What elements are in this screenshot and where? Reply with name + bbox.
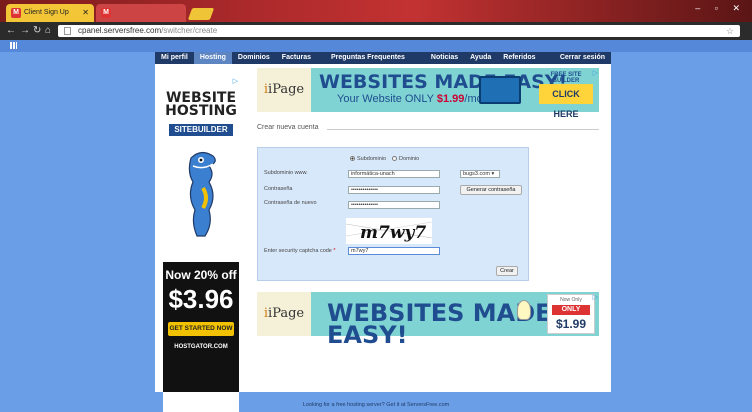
page-icon [64,27,71,35]
side-ad-offer: Now 20% off [165,268,237,282]
radio-domain[interactable]: Dominio [392,156,419,162]
generate-password-button[interactable]: Generar contraseña [460,185,522,195]
banner-click-button[interactable]: CLICK HERE [539,84,593,119]
side-ad-bottom: Now 20% off $3.96 GET STARTED NOW HOSTGA… [163,262,239,392]
logout-link[interactable]: Cerrar sesión [554,52,611,64]
price-tag-only: ONLY [552,305,590,315]
banner-subline: Your Website ONLY $1.99/mo [337,93,483,105]
captcha-input[interactable]: m7wy7 [348,247,440,255]
main-menu: Mi perfil Hosting Dominios Facturas Preg… [155,52,611,64]
captcha-image: m7wy7 [345,218,433,244]
password-repeat-input[interactable]: •••••••••••••• [348,201,440,209]
side-ad-top: ▷ WEBSITE HOSTING SITEBUILDER [163,76,239,262]
top-banner-ad[interactable]: iiPage WEBSITES MADE EASY! Your Website … [257,68,599,119]
banner-sub-prefix: Your Website ONLY [337,93,437,105]
radio-empty-icon [392,156,398,162]
menu-item-noticias[interactable]: Noticias [425,52,464,64]
tab-inactive[interactable]: M [96,4,186,22]
password-input[interactable]: •••••••••••••• [348,186,440,194]
side-ad-hostgator[interactable]: ▷ WEBSITE HOSTING SITEBUILDER Now 20% of… [163,76,239,412]
section-divider [327,129,599,130]
footer-text[interactable]: Looking for a free hosting server? Get i… [0,402,752,408]
forward-icon[interactable]: → [20,24,30,38]
sitebuilder-label: SITEBUILDER [169,124,233,136]
gmail-icon: M [11,8,21,18]
address-bar[interactable]: cpanel.serversfree.com/switcher/create ☆ [58,25,740,37]
side-ad-brand: HOSTGATOR.COM [174,344,228,350]
radio-selected-icon [350,156,355,162]
ipage-logo-text: iPage [268,306,305,321]
create-button[interactable]: Crear [496,266,518,276]
ipage-logo: iiPage [257,68,311,112]
captcha-text: m7wy7 [360,223,426,243]
required-marker: * [333,248,336,254]
tab-active[interactable]: M Client Sign Up Confirmat ✕ [6,4,94,34]
section-title: Crear nueva cuenta [257,124,319,131]
side-ad-cta-button[interactable]: GET STARTED NOW [168,322,234,336]
captcha-image-graphic: m7wy7 [345,221,433,243]
reload-icon[interactable]: ↻ [33,24,41,38]
password-repeat-label: Contraseña de nuevo [264,200,317,206]
radio-subdomain[interactable]: Subdominio [350,156,386,162]
banner-sub-price: $1.99 [436,93,465,105]
price-tag-amount: $1.99 [555,317,587,331]
gmail-icon: M [101,8,111,18]
domain-select-value: bugs3.com [463,171,490,177]
bottom-banner-ad[interactable]: iiPage WEBSITES MADE EASY! Now Only ONLY… [257,292,599,347]
home-icon[interactable]: ⌂ [45,24,51,38]
ipage-logo-text: iPage [268,82,305,97]
bookmarks-bar [0,40,752,52]
menu-item-dominios[interactable]: Dominios [232,52,276,64]
lightbulb-icon [517,300,531,320]
side-ad-title: WEBSITE HOSTING [163,91,239,119]
banner-headline: WEBSITES MADE EASY! [319,71,568,93]
radio-subdomain-label: Subdominio [357,156,387,162]
menu-item-ayuda[interactable]: Ayuda [464,52,497,64]
window-controls[interactable]: – ▫ ✕ [695,3,746,14]
radio-domain-label: Dominio [399,156,420,162]
create-account-form: Subdominio Dominio Subdominio www. infor… [257,147,529,281]
menu-item-facturas[interactable]: Facturas [276,52,317,64]
domain-select[interactable]: bugs3.com ▾ [460,170,500,178]
adchoices-icon[interactable]: ▷ [593,293,598,301]
captcha-label: Enter security captcha code * [264,248,336,254]
banner-free-label: FREE SITE BUILDER [550,72,582,84]
url-path: /switcher/create [161,26,218,35]
subdomain-label: Subdominio www. [264,170,308,176]
browser-toolbar: ← → ↻ ⌂ cpanel.serversfree.com/switcher/… [0,22,752,40]
menu-item-perfil[interactable]: Mi perfil [155,52,194,64]
chevron-down-icon: ▾ [491,171,495,177]
bookmark-star-icon[interactable]: ☆ [726,25,734,37]
gator-mascot-icon [188,151,216,237]
captcha-label-text: Enter security captcha code [264,248,332,254]
side-ad-price: $3.96 [168,284,234,314]
side-ad-title-line2: HOSTING [165,103,237,119]
password-label: Contraseña [264,186,293,192]
adchoices-icon[interactable]: ▷ [233,77,238,85]
new-tab-button[interactable] [187,8,215,20]
price-tag-top: Now Only [560,297,582,303]
url-host: cpanel.serversfree.com [78,26,162,35]
domain-type-radios: Subdominio Dominio [350,156,419,162]
close-icon[interactable]: ✕ [82,4,89,22]
menu-item-faq[interactable]: Preguntas Frequentes [325,52,411,64]
adchoices-icon[interactable]: ▷ [593,69,598,77]
menu-item-referidos[interactable]: Referidos [497,52,541,64]
monitor-icon [479,76,521,104]
ipage-logo: iiPage [257,292,311,336]
price-tag: Now Only ONLY $1.99 [547,294,595,334]
tab-strip: M Client Sign Up Confirmat ✕ M – ▫ ✕ [0,0,752,34]
apps-icon[interactable] [10,42,17,49]
subdomain-input[interactable]: informática-unach [348,170,440,178]
back-icon[interactable]: ← [6,24,16,38]
page-container: Mi perfil Hosting Dominios Facturas Preg… [155,52,611,412]
menu-item-hosting[interactable]: Hosting [193,52,232,64]
